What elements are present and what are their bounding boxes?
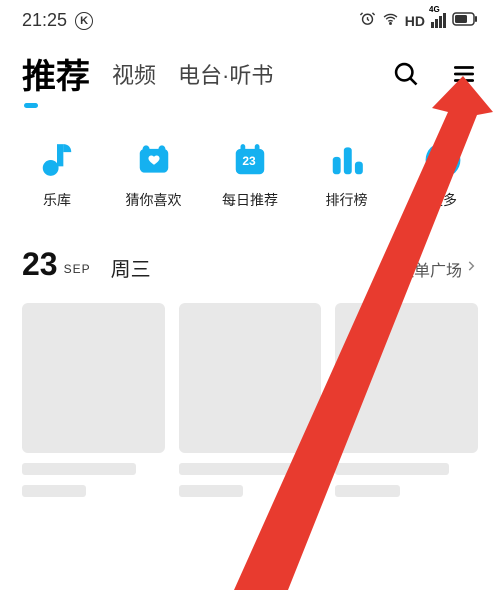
quick-label: 排行榜 <box>326 190 368 210</box>
music-library-icon <box>37 140 77 180</box>
status-right: HD 4G <box>359 10 478 31</box>
playlist-card[interactable] <box>179 303 322 497</box>
quick-rankings[interactable]: 排行榜 <box>312 140 382 210</box>
hd-label: HD <box>405 13 425 29</box>
quick-entry-row: 乐库 猜你喜欢 23 每日推荐 排行榜 更多 <box>0 106 500 228</box>
card-title-placeholder <box>335 463 449 475</box>
date-month: SEP <box>64 262 91 276</box>
date-row: 23 SEP 周三 歌单广场 <box>0 228 500 291</box>
heart-card-icon <box>134 140 174 180</box>
card-image-placeholder <box>179 303 322 453</box>
quick-label: 每日推荐 <box>222 190 278 210</box>
calendar-icon: 23 <box>230 140 270 180</box>
top-nav: 推荐 视频 电台·听书 <box>0 35 500 106</box>
alarm-icon <box>359 10 376 31</box>
quick-label: 猜你喜欢 <box>126 190 182 210</box>
quick-music-library[interactable]: 乐库 <box>22 140 92 210</box>
card-title-placeholder <box>22 463 136 475</box>
status-left: 21:25 K <box>22 10 93 31</box>
playlist-card[interactable] <box>335 303 478 497</box>
battery-icon <box>452 12 478 30</box>
card-image-placeholder <box>335 303 478 453</box>
status-time: 21:25 <box>22 10 67 31</box>
search-icon[interactable] <box>392 60 420 88</box>
playlist-square-label: 歌单广场 <box>398 257 462 281</box>
k-badge-icon: K <box>75 12 93 30</box>
chart-bars-icon <box>327 140 367 180</box>
card-subtitle-placeholder <box>335 485 399 497</box>
playlist-square-link[interactable]: 歌单广场 <box>398 257 478 281</box>
menu-icon[interactable] <box>450 60 478 88</box>
card-subtitle-placeholder <box>22 485 86 497</box>
card-subtitle-placeholder <box>179 485 243 497</box>
playlist-card[interactable] <box>22 303 165 497</box>
card-title-placeholder <box>179 463 293 475</box>
date-weekday: 周三 <box>111 253 151 282</box>
more-dots-icon <box>423 140 463 180</box>
quick-more[interactable]: 更多 <box>408 140 478 210</box>
tab-radio-audiobook[interactable]: 电台·听书 <box>178 58 273 90</box>
tab-video[interactable]: 视频 <box>112 58 156 90</box>
quick-label: 乐库 <box>43 190 71 210</box>
date-day: 23 <box>22 246 58 283</box>
status-bar: 21:25 K HD 4G <box>0 0 500 35</box>
wifi-icon <box>382 10 399 31</box>
quick-guess-like[interactable]: 猜你喜欢 <box>119 140 189 210</box>
quick-label: 更多 <box>429 190 457 210</box>
card-image-placeholder <box>22 303 165 453</box>
chevron-right-icon <box>464 259 478 278</box>
tab-recommend[interactable]: 推荐 <box>22 49 90 98</box>
quick-daily-recommend[interactable]: 23 每日推荐 <box>215 140 285 210</box>
playlist-cards <box>0 291 500 509</box>
signal-icon: 4G <box>431 13 446 28</box>
